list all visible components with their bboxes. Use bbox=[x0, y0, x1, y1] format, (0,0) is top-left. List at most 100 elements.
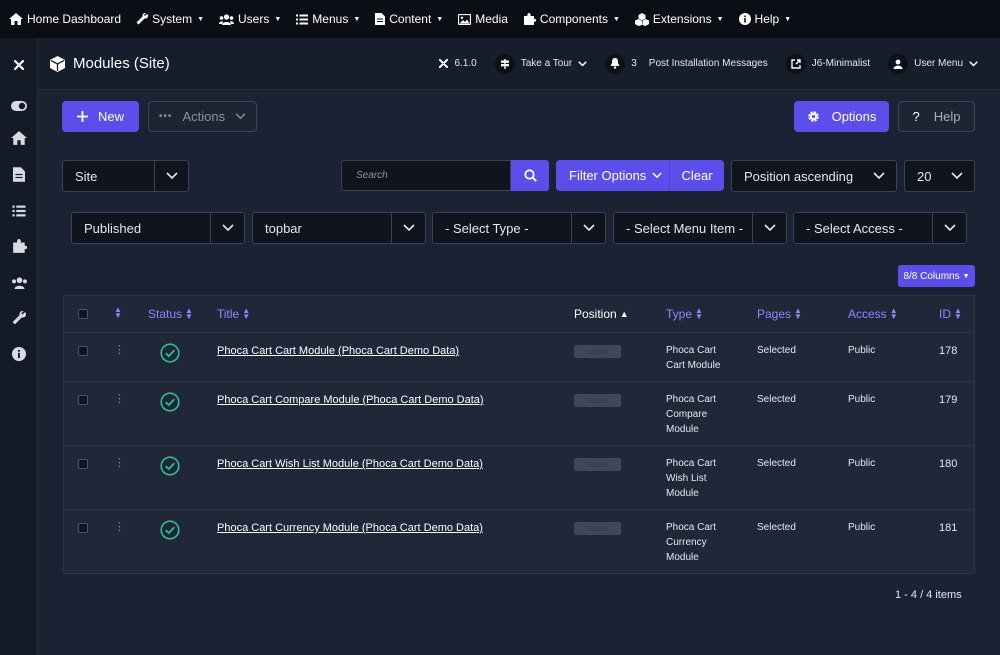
position-select[interactable]: topbar bbox=[252, 212, 426, 244]
limit-select[interactable]: 20 bbox=[904, 160, 975, 192]
row-checkbox[interactable] bbox=[78, 459, 88, 469]
table-row: ⋮ Phoca Cart Cart Module (Phoca Cart Dem… bbox=[64, 333, 974, 382]
id-cell: 181 bbox=[939, 522, 958, 534]
state-select[interactable]: Published bbox=[71, 212, 245, 244]
id-cell: 178 bbox=[939, 345, 958, 357]
table-row: ⋮ Phoca Cart Compare Module (Phoca Cart … bbox=[64, 382, 974, 446]
ordering-select[interactable]: Position ascending bbox=[731, 160, 897, 192]
menu-item-select[interactable]: - Select Menu Item - bbox=[613, 212, 787, 244]
pages-header[interactable]: Pages ▲ ▼ bbox=[757, 307, 802, 322]
id-cell: 179 bbox=[939, 394, 958, 406]
user-menu-button[interactable]: User Menu bbox=[888, 53, 978, 74]
sidebar-toggle-icon[interactable] bbox=[0, 98, 38, 114]
columns-button[interactable]: 8/8 Columns ▼ bbox=[898, 265, 975, 287]
chevron-down-icon bbox=[235, 113, 246, 120]
sort-asc-icon: ▲ bbox=[619, 309, 629, 319]
pages-cell: Selected bbox=[757, 394, 796, 405]
drag-handle-icon[interactable]: ⋮ bbox=[114, 392, 125, 405]
modules-table: ▲ ▼ Status ▲ ▼ Title ▲ ▼ Position ▲ Type ▲ ▼… bbox=[63, 295, 975, 574]
type-line: Phoca Cart bbox=[666, 522, 717, 533]
joomla-version: 6.1.0 bbox=[439, 58, 477, 69]
type-select-value: - Select Type - bbox=[445, 220, 529, 236]
take-a-tour-button[interactable]: Take a Tour bbox=[494, 53, 588, 74]
filter-options-button[interactable]: Filter Options bbox=[556, 168, 669, 183]
module-title-link[interactable]: Phoca Cart Wish List Module (Phoca Cart … bbox=[217, 458, 483, 470]
access-select[interactable]: - Select Access - bbox=[793, 212, 967, 244]
published-status-icon[interactable] bbox=[160, 343, 180, 363]
gear-icon bbox=[807, 111, 819, 122]
row-checkbox[interactable] bbox=[78, 346, 88, 356]
menu-label: Components bbox=[539, 12, 608, 26]
sidebar-users-icon[interactable] bbox=[0, 276, 38, 292]
type-line: Wish List bbox=[666, 473, 707, 484]
module-title-link[interactable]: Phoca Cart Compare Module (Phoca Cart De… bbox=[217, 394, 484, 406]
new-button[interactable]: New bbox=[62, 101, 139, 132]
menu-menus[interactable]: Menus ▼ bbox=[296, 12, 360, 26]
menu-media[interactable]: Media bbox=[458, 12, 508, 26]
published-status-icon[interactable] bbox=[160, 392, 180, 412]
type-header[interactable]: Type ▲ ▼ bbox=[666, 307, 703, 322]
sidebar-toggle-joomla-icon[interactable] bbox=[0, 57, 38, 73]
drag-handle-icon[interactable]: ⋮ bbox=[114, 520, 125, 533]
caret-down-icon: ▼ bbox=[612, 15, 620, 23]
clear-button[interactable]: Clear bbox=[669, 160, 724, 191]
drag-handle-icon[interactable]: ⋮ bbox=[114, 343, 125, 356]
id-header-label: ID bbox=[939, 307, 951, 321]
actions-button[interactable]: ••• Actions bbox=[148, 101, 257, 132]
select-all-checkbox[interactable] bbox=[78, 309, 88, 319]
menu-components[interactable]: Components ▼ bbox=[523, 12, 620, 26]
sidebar-menus-icon[interactable] bbox=[0, 204, 38, 220]
module-title-link[interactable]: Phoca Cart Currency Module (Phoca Cart D… bbox=[217, 522, 483, 534]
id-header[interactable]: ID ▲ ▼ bbox=[939, 306, 962, 322]
row-checkbox[interactable] bbox=[78, 523, 88, 533]
access-select-value: - Select Access - bbox=[806, 220, 903, 236]
type-line: Cart Module bbox=[666, 360, 721, 371]
ordering-sort-header[interactable]: ▲ ▼ bbox=[114, 306, 122, 320]
search-input[interactable]: Search bbox=[341, 160, 511, 191]
sidebar-components-icon[interactable] bbox=[0, 239, 38, 257]
menu-help[interactable]: Help ▼ bbox=[738, 12, 791, 26]
filter-options-label: Filter Options bbox=[569, 168, 647, 183]
published-status-icon[interactable] bbox=[160, 456, 180, 476]
published-status-icon[interactable] bbox=[160, 520, 180, 540]
sidebar-content-icon[interactable] bbox=[0, 167, 38, 185]
menu-extensions[interactable]: Extensions ▼ bbox=[634, 12, 724, 26]
template-link[interactable]: J6-Minimalist bbox=[785, 53, 870, 74]
sidebar-system-icon[interactable] bbox=[0, 310, 38, 328]
access-cell: Public bbox=[848, 458, 876, 469]
type-line: Module bbox=[666, 488, 699, 499]
sort-icon: ▲ ▼ bbox=[954, 306, 962, 321]
chevron-down-icon bbox=[652, 172, 663, 179]
client-select[interactable]: Site bbox=[62, 160, 189, 192]
menu-content[interactable]: Content ▼ bbox=[375, 12, 443, 26]
state-select-value: Published bbox=[84, 220, 142, 236]
sidebar-home-icon[interactable] bbox=[0, 131, 38, 148]
sort-icon: ▲ ▼ bbox=[889, 306, 898, 321]
type-select[interactable]: - Select Type - bbox=[432, 212, 606, 244]
take-a-tour-label: Take a Tour bbox=[520, 58, 573, 69]
help-button[interactable]: ? Help bbox=[898, 101, 975, 132]
drag-handle-icon[interactable]: ⋮ bbox=[114, 456, 125, 469]
options-button[interactable]: Options bbox=[794, 101, 889, 132]
position-header[interactable]: Position ▲ bbox=[574, 307, 629, 321]
caret-down-icon: ▼ bbox=[197, 15, 205, 23]
row-checkbox[interactable] bbox=[78, 395, 88, 405]
post-installation-messages-button[interactable]: 3 Post Installation Messages bbox=[605, 53, 768, 74]
sidebar-help-icon[interactable] bbox=[0, 347, 38, 364]
pages-header-label: Pages bbox=[757, 307, 792, 321]
menu-users[interactable]: Users ▼ bbox=[219, 12, 281, 26]
menu-system[interactable]: System ▼ bbox=[136, 12, 204, 26]
menu-home-dashboard[interactable]: Home Dashboard bbox=[9, 12, 121, 26]
type-line: Phoca Cart bbox=[666, 345, 717, 356]
user-icon bbox=[888, 53, 909, 74]
search-placeholder: Search bbox=[356, 170, 388, 181]
title-header[interactable]: Title ▲ ▼ bbox=[217, 307, 250, 322]
menu-label: Menus bbox=[312, 12, 349, 26]
status-header[interactable]: Status ▲ ▼ bbox=[148, 307, 193, 322]
id-cell: 180 bbox=[939, 458, 958, 470]
columns-label: 8/8 Columns bbox=[903, 270, 960, 282]
search-button[interactable] bbox=[511, 160, 549, 191]
access-header[interactable]: Access ▲ ▼ bbox=[848, 306, 898, 322]
filter-options-group: Filter Options Clear bbox=[556, 160, 724, 191]
module-title-link[interactable]: Phoca Cart Cart Module (Phoca Cart Demo … bbox=[217, 345, 459, 357]
